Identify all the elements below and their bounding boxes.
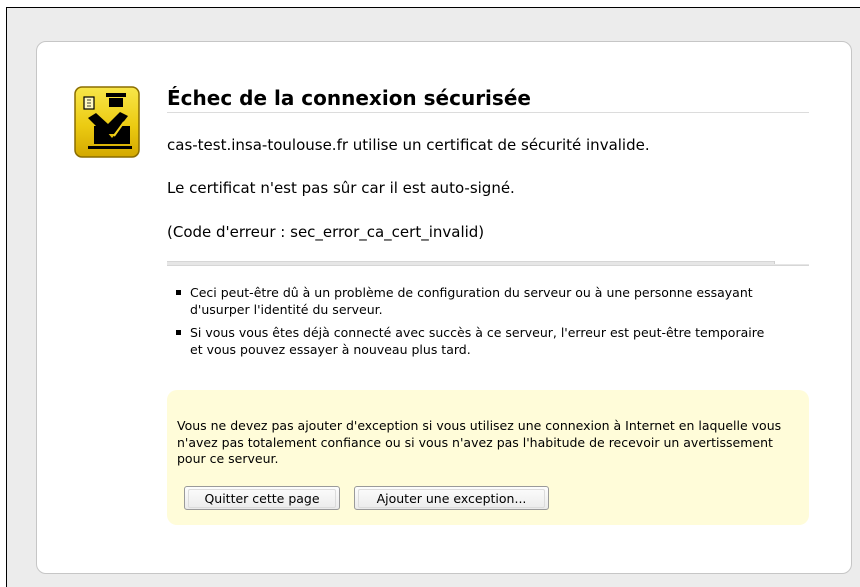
error-description: cas-test.insa-toulouse.fr utilise un cer… [167,136,650,154]
error-reason: Le certificat n'est pas sûr car il est a… [167,179,515,197]
divider-end [774,261,809,264]
section-divider [167,261,809,266]
add-exception-button-label: Ajouter une exception... [358,488,545,508]
quit-page-button-label: Quitter cette page [188,488,336,508]
error-code: (Code d'erreur : sec_error_ca_cert_inval… [167,223,485,241]
security-officer-icon [74,86,140,158]
exception-warning-box: Vous ne devez pas ajouter d'exception si… [167,390,809,525]
quit-page-button[interactable]: Quitter cette page [184,486,340,510]
reasons-list: Ceci peut-être dû à un problème de confi… [176,284,776,364]
browser-viewport: Échec de la connexion sécurisée cas-test… [6,7,860,587]
add-exception-button[interactable]: Ajouter une exception... [354,486,549,510]
exception-warning-text: Vous ne devez pas ajouter d'exception si… [177,418,782,466]
list-item: Ceci peut-être dû à un problème de confi… [176,284,776,318]
error-title: Échec de la connexion sécurisée [167,86,809,113]
error-page-container: Échec de la connexion sécurisée cas-test… [36,41,852,574]
list-item: Si vous vous êtes déjà connecté avec suc… [176,324,776,358]
